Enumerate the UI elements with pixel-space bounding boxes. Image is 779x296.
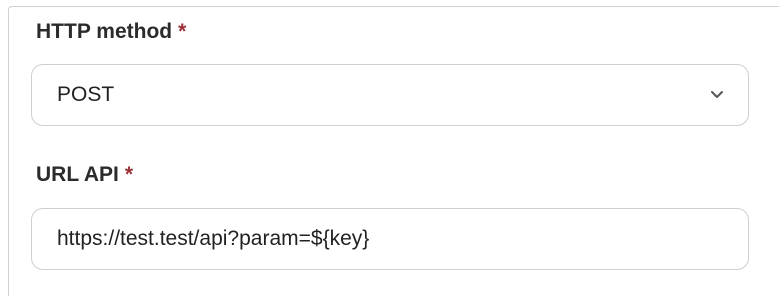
url-api-label-text: URL API [36, 163, 119, 186]
url-api-input[interactable]: https://test.test/api?param=${key} [31, 208, 749, 270]
http-method-label-text: HTTP method [36, 20, 173, 43]
url-api-input-value: https://test.test/api?param=${key} [57, 227, 370, 250]
chevron-down-icon [711, 91, 723, 98]
url-api-label: URL API * [36, 163, 133, 187]
http-method-select[interactable]: POST [31, 64, 749, 126]
required-mark: * [124, 163, 134, 186]
required-mark: * [178, 20, 187, 43]
http-method-label: HTTP method * [36, 20, 186, 44]
http-method-selected-value: POST [57, 83, 115, 106]
